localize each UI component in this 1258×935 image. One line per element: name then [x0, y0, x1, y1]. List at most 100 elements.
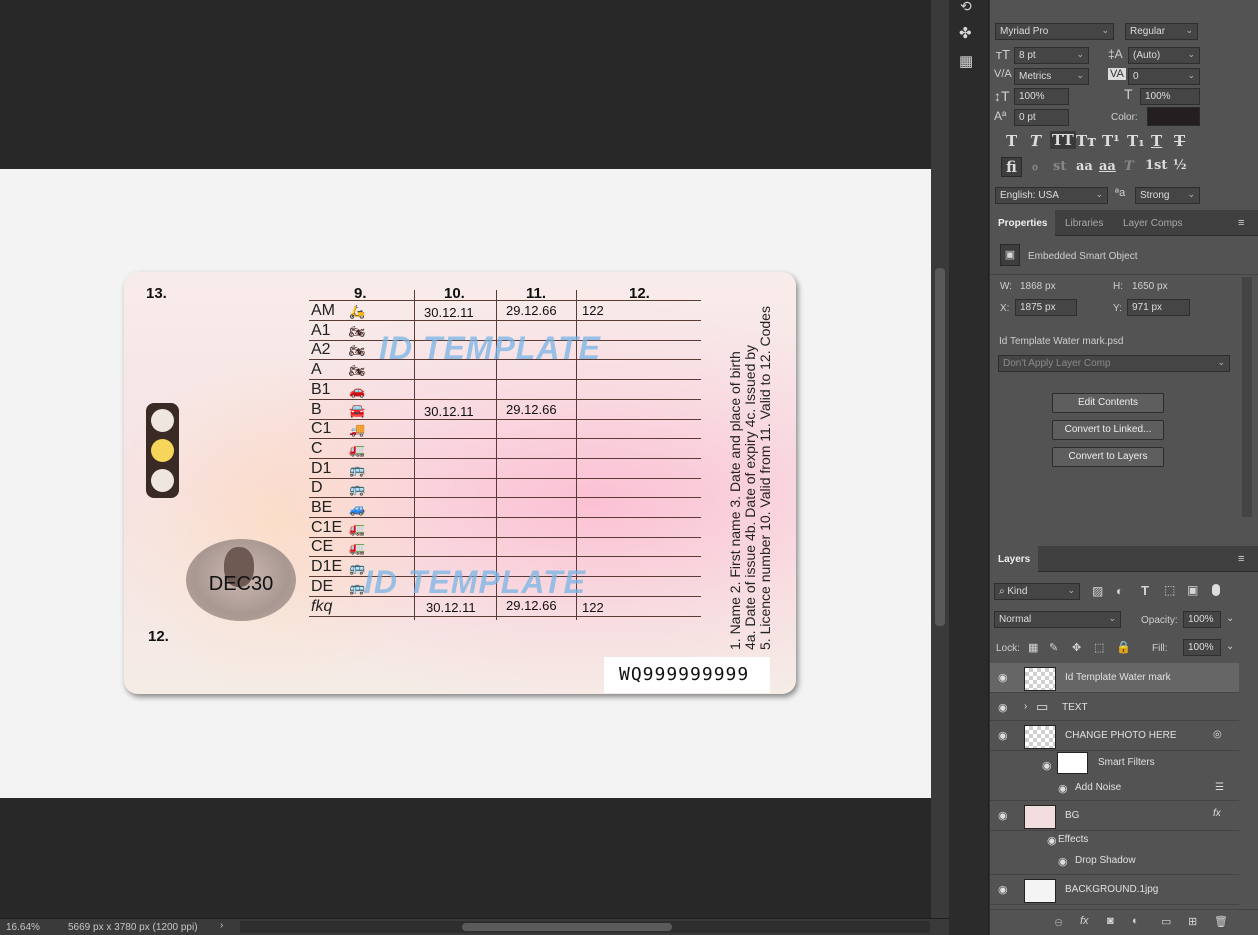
layer-add-noise[interactable]: ◉ Add Noise ☰: [990, 777, 1239, 801]
visibility-eye-icon[interactable]: ◉: [998, 729, 1008, 742]
new-layer-icon[interactable]: ⊞: [1188, 915, 1197, 928]
tab-layers[interactable]: Layers: [990, 546, 1039, 572]
adjustment-layer-icon[interactable]: ◐: [1132, 915, 1139, 927]
zoom-level[interactable]: 16.64%: [6, 922, 40, 933]
faux-italic-icon[interactable]: T: [1030, 132, 1041, 150]
horizontal-scrollbar[interactable]: [240, 921, 930, 933]
scroll-thumb[interactable]: [462, 923, 672, 931]
font-size-field[interactable]: 8 pt ⌄: [1014, 47, 1089, 64]
visibility-eye-icon[interactable]: ◉: [1058, 855, 1068, 868]
layer-comp-select[interactable]: Don't Apply Layer Comp ⌄: [998, 355, 1230, 372]
canvas-vertical-scrollbar[interactable]: [931, 0, 949, 918]
y-field[interactable]: 971 px: [1127, 299, 1190, 316]
grid-icon[interactable]: ▦: [959, 52, 973, 70]
fx-icon[interactable]: fx: [1080, 915, 1089, 927]
type-filter-icon[interactable]: T: [1141, 583, 1149, 598]
layer-smart-filters[interactable]: ◉ Smart Filters: [990, 751, 1239, 777]
swash-icon[interactable]: st: [1053, 159, 1066, 174]
layer-watermark[interactable]: ◉ Id Template Water mark: [990, 663, 1239, 693]
antialias-select[interactable]: Strong ⌄: [1135, 187, 1200, 204]
fill-field[interactable]: 100%: [1183, 639, 1221, 656]
scroll-thumb[interactable]: [935, 268, 945, 626]
fractions-icon[interactable]: ½: [1173, 158, 1187, 173]
image-filter-icon[interactable]: ▨: [1092, 584, 1103, 598]
chevron-down-icon[interactable]: ⌄: [1226, 613, 1234, 624]
visibility-eye-icon[interactable]: ◉: [1058, 782, 1068, 795]
visibility-eye-icon[interactable]: ◉: [1047, 834, 1057, 847]
history-icon[interactable]: ⟲: [960, 0, 972, 15]
layer-text-group[interactable]: ◉ › ▭ TEXT: [990, 693, 1239, 721]
all-caps-icon[interactable]: TT: [1050, 131, 1076, 149]
old-style-icon[interactable]: ℴ: [1032, 159, 1038, 174]
layer-filter-kind[interactable]: ⌕ Kind ⌄: [994, 583, 1080, 600]
language-select[interactable]: English: USA ⌄: [995, 187, 1108, 204]
underline-icon[interactable]: T: [1151, 132, 1162, 150]
lock-artboard-icon[interactable]: ⬚: [1094, 641, 1104, 654]
layer-effects[interactable]: ◉ Effects: [990, 831, 1239, 851]
visibility-eye-icon[interactable]: ◉: [1042, 759, 1052, 772]
layer-background[interactable]: ◉ BACKGROUND.1jpg: [990, 875, 1239, 905]
vertical-scale-field[interactable]: 100%: [1014, 88, 1069, 105]
strikethrough-icon[interactable]: T: [1174, 132, 1185, 150]
tracking-field[interactable]: 0 ⌄: [1128, 68, 1200, 85]
titling-alt-icon[interactable]: aa: [1099, 159, 1116, 174]
adjustment-filter-icon[interactable]: ◐: [1116, 584, 1123, 598]
font-style-select[interactable]: Regular ⌄: [1125, 23, 1198, 40]
width-value[interactable]: 1868 px: [1020, 281, 1056, 292]
chevron-down-icon[interactable]: ⌄: [1226, 641, 1234, 652]
contextual-alt-icon[interactable]: T: [1124, 159, 1134, 174]
properties-scrollbar[interactable]: [1242, 277, 1252, 517]
tab-properties[interactable]: Properties: [990, 210, 1056, 236]
lock-position-icon[interactable]: ✥: [1072, 641, 1081, 654]
shape-filter-icon[interactable]: ⬚: [1164, 583, 1175, 597]
panel-menu-icon[interactable]: ≡: [1238, 553, 1244, 565]
filter-toggle[interactable]: [1212, 584, 1220, 596]
smart-object-filter-icon[interactable]: ▣: [1187, 583, 1198, 597]
leading-field[interactable]: (Auto) ⌄: [1128, 47, 1200, 64]
tab-layer-comps[interactable]: Layer Comps: [1115, 210, 1190, 236]
trash-icon[interactable]: 🗑: [1214, 915, 1228, 928]
horizontal-scale-field[interactable]: 100%: [1140, 88, 1200, 105]
visibility-eye-icon[interactable]: ◉: [998, 883, 1008, 896]
superscript-icon[interactable]: T¹: [1102, 132, 1120, 150]
tab-libraries[interactable]: Libraries: [1057, 210, 1111, 236]
link-layers-icon[interactable]: ⊖: [1054, 916, 1063, 929]
visibility-eye-icon[interactable]: ◉: [998, 671, 1008, 684]
canvas-area[interactable]: 13. 12. 9. 10. 11. 12. DEC30 AM 🛵 A1 🏍 A2 🏍 A 🏍…: [0, 0, 931, 918]
new-group-icon[interactable]: ▭: [1161, 915, 1171, 928]
font-family-select[interactable]: Myriad Pro ⌄: [995, 23, 1114, 40]
ligatures-icon[interactable]: fi: [1001, 157, 1022, 177]
layer-change-photo[interactable]: ◉ CHANGE PHOTO HERE ◎: [990, 721, 1239, 751]
edit-contents-button[interactable]: Edit Contents: [1052, 393, 1164, 413]
height-value[interactable]: 1650 px: [1132, 281, 1168, 292]
document-info[interactable]: 5669 px x 3780 px (1200 ppi): [68, 922, 198, 933]
layer-bg[interactable]: ◉ BG fx: [990, 801, 1239, 831]
panel-menu-icon[interactable]: ≡: [1238, 217, 1244, 229]
lock-pixels-icon[interactable]: ▦: [1028, 641, 1038, 654]
fx-icon[interactable]: fx: [1213, 808, 1221, 819]
opacity-field[interactable]: 100%: [1183, 611, 1221, 628]
stylistic-alt-icon[interactable]: aa: [1076, 159, 1093, 174]
small-caps-icon[interactable]: Tт: [1076, 132, 1096, 150]
visibility-eye-icon[interactable]: ◉: [998, 701, 1008, 714]
color-swatch[interactable]: [1147, 107, 1200, 126]
filter-options-icon[interactable]: ☰: [1215, 782, 1224, 793]
add-mask-icon[interactable]: ◙: [1107, 915, 1114, 927]
document-canvas[interactable]: 13. 12. 9. 10. 11. 12. DEC30 AM 🛵 A1 🏍 A2 🏍 A 🏍…: [0, 169, 931, 798]
ordinals-icon[interactable]: 1st: [1145, 158, 1167, 173]
faux-bold-icon[interactable]: T: [1006, 132, 1017, 150]
subscript-icon[interactable]: T₁: [1127, 132, 1145, 150]
convert-to-layers-button[interactable]: Convert to Layers: [1052, 447, 1164, 467]
lock-paint-icon[interactable]: ✎: [1049, 641, 1058, 654]
swatches-icon[interactable]: ✤: [959, 24, 972, 42]
baseline-shift-field[interactable]: 0 pt: [1014, 109, 1069, 126]
x-field[interactable]: 1875 px: [1015, 299, 1077, 316]
convert-to-linked-button[interactable]: Convert to Linked...: [1052, 420, 1164, 440]
chevron-right-icon[interactable]: ›: [220, 920, 223, 931]
visibility-eye-icon[interactable]: ◉: [998, 809, 1008, 822]
kerning-select[interactable]: Metrics ⌄: [1014, 68, 1089, 85]
layer-drop-shadow[interactable]: ◉ Drop Shadow: [990, 851, 1239, 875]
chevron-right-icon[interactable]: ›: [1024, 701, 1027, 712]
blend-mode-select[interactable]: Normal ⌄: [994, 611, 1121, 628]
lock-all-icon[interactable]: 🔒: [1116, 640, 1131, 654]
